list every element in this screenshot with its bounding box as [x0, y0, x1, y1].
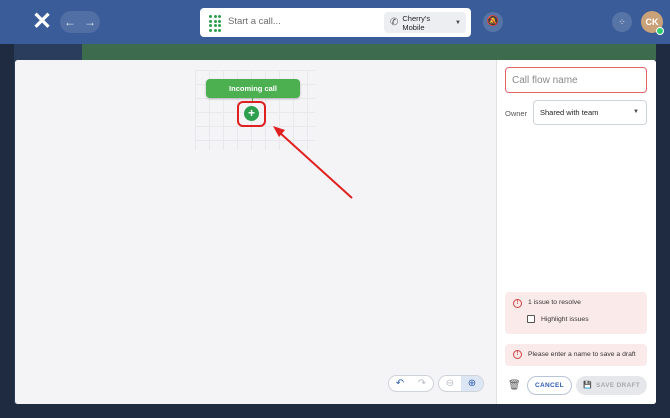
- dialpad-icon[interactable]: [209, 15, 221, 32]
- flow-canvas[interactable]: Incoming call + ↶ ↷ ⊖ ⊕: [15, 60, 497, 404]
- zoom-in-icon[interactable]: ⊕: [461, 376, 483, 391]
- back-arrow-icon[interactable]: ←: [62, 15, 78, 29]
- warning-icon: !: [513, 299, 522, 308]
- call-flow-name-input[interactable]: [505, 67, 647, 93]
- cancel-button[interactable]: CANCEL: [527, 376, 572, 395]
- annotation-arrow: [273, 126, 353, 199]
- forward-arrow-icon[interactable]: →: [82, 15, 98, 29]
- highlight-issues-label[interactable]: Highlight issues: [541, 316, 589, 323]
- owner-label: Owner: [505, 109, 528, 118]
- app-grid-icon[interactable]: ⁘: [612, 12, 632, 32]
- line-selector[interactable]: ✆ Cherry's Mobile ▼: [384, 12, 466, 33]
- line-name: Cherry's Mobile: [402, 13, 431, 32]
- caret-down-icon: ▼: [633, 109, 639, 115]
- owner-value: Shared with team: [540, 108, 599, 117]
- issue-count: 1 issue to resolve: [528, 299, 581, 306]
- history-nav: ← →: [60, 11, 100, 33]
- save-draft-label: SAVE DRAFT: [595, 382, 641, 389]
- warning-icon: !: [513, 350, 522, 359]
- caret-down-icon: ▼: [455, 19, 461, 26]
- zoom-out-icon[interactable]: ⊖: [439, 376, 461, 391]
- call-flow-editor: Incoming call + ↶ ↷ ⊖ ⊕ Owner Shared wit…: [15, 60, 656, 404]
- name-required-alert: ! Please enter a name to save a draft: [505, 344, 647, 366]
- background-overlay-bottom: [0, 404, 670, 418]
- trash-icon[interactable]: 🗑: [508, 380, 521, 392]
- owner-select[interactable]: Shared with team ▼: [533, 100, 647, 125]
- background-strip: [82, 44, 670, 60]
- undo-icon[interactable]: ↶: [389, 376, 411, 391]
- history-controls: ↶ ↷: [388, 375, 434, 392]
- issues-alert: ! 1 issue to resolve Highlight issues: [505, 292, 647, 334]
- save-icon: 💾: [582, 382, 592, 389]
- background-overlay-right: [656, 44, 670, 418]
- zoom-controls: ⊖ ⊕: [438, 375, 484, 392]
- call-bar: Start a call... ✆ Cherry's Mobile ▼: [200, 8, 471, 37]
- name-required-message: Please enter a name to save a draft: [528, 351, 636, 358]
- canvas-controls: ↶ ↷ ⊖ ⊕: [388, 375, 486, 392]
- settings-panel: Owner Shared with team ▼ ! 1 issue to re…: [498, 60, 656, 404]
- app-logo-icon: ✕: [31, 8, 53, 35]
- phone-icon: ✆: [390, 17, 399, 28]
- presence-status-dot: [656, 27, 664, 35]
- highlight-issues-checkbox[interactable]: [527, 315, 535, 323]
- background-overlay-left: [0, 44, 14, 418]
- start-call-input[interactable]: Start a call...: [228, 16, 281, 27]
- redo-icon[interactable]: ↷: [411, 376, 433, 391]
- save-draft-button[interactable]: 💾 SAVE DRAFT: [576, 376, 647, 395]
- top-bar: ✕ ← → Start a call... ✆ Cherry's Mobile …: [0, 0, 670, 44]
- notifications-muted-icon[interactable]: 🔕: [483, 12, 503, 32]
